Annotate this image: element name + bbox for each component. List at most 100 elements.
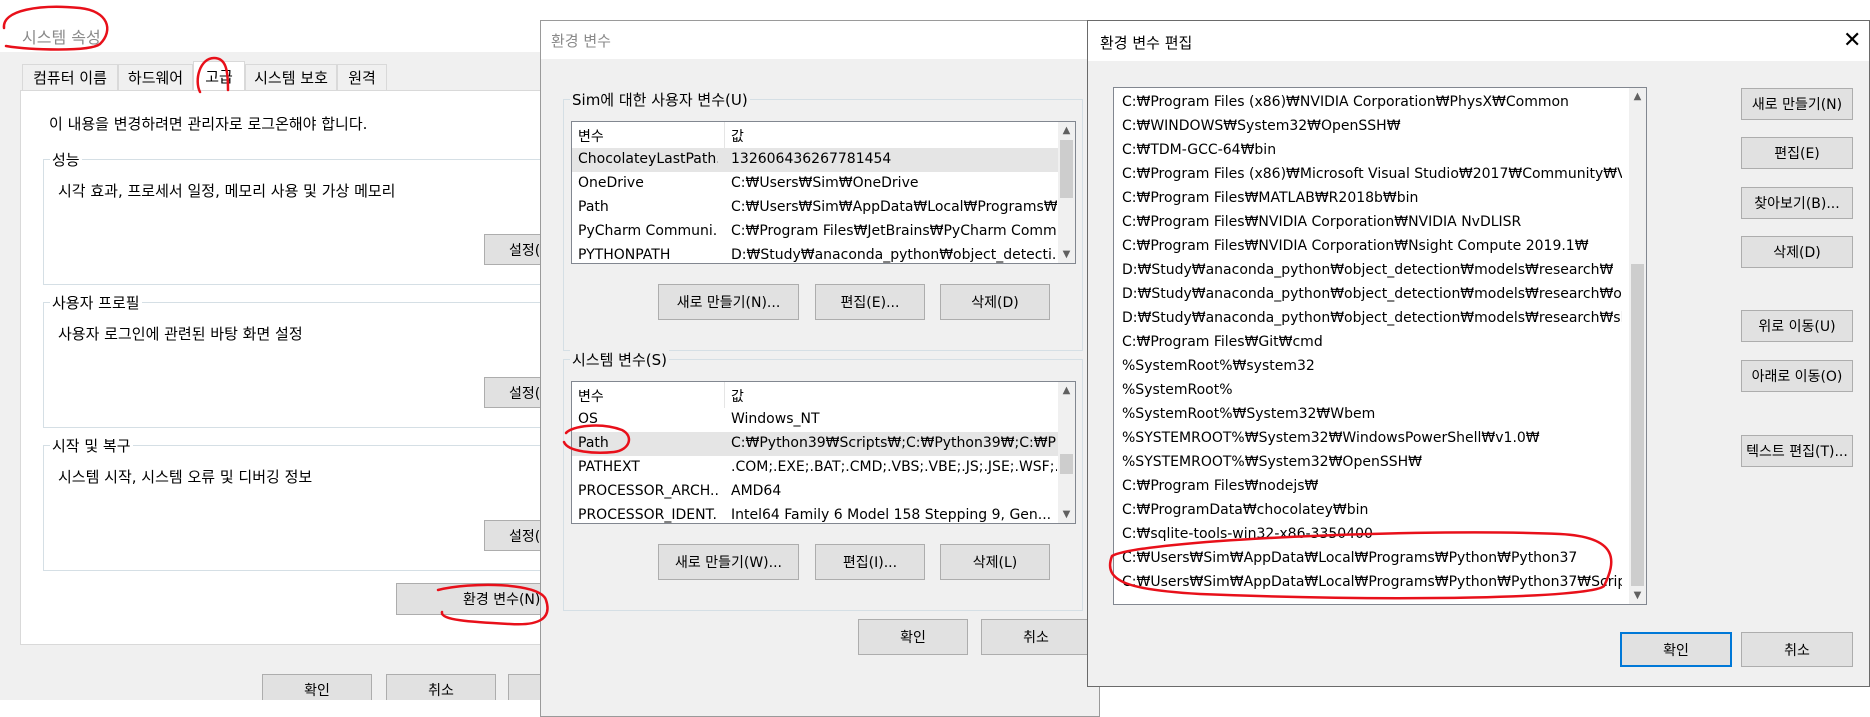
user-profile-group-label: 사용자 프로필 xyxy=(50,292,142,313)
scroll-up-icon[interactable]: ▲ xyxy=(1058,382,1075,399)
system-col-variable[interactable]: 변수 xyxy=(572,382,725,408)
tab-hardware[interactable]: 하드웨어 xyxy=(118,64,193,90)
path-edit-button[interactable]: 편집(E) xyxy=(1741,137,1853,169)
user-list-scrollbar[interactable]: ▲ ▼ xyxy=(1058,122,1075,263)
path-entry[interactable]: C:₩Program Files₩Git₩cmd xyxy=(1122,330,1622,354)
admin-note: 이 내용을 변경하려면 관리자로 로그온해야 합니다. xyxy=(49,115,368,133)
table-row[interactable]: PROCESSOR_ARCH... AMD64 xyxy=(572,480,1060,504)
variable-name: PATHEXT xyxy=(578,459,640,475)
path-list-scrollbar[interactable]: ▲ ▼ xyxy=(1629,88,1646,604)
table-row[interactable]: Path C:₩Users₩Sim₩AppData₩Local₩Programs₩… xyxy=(572,196,1060,220)
startup-recovery-desc: 시스템 시작, 시스템 오류 및 디버깅 정보 xyxy=(58,468,313,486)
environment-variables-title: 환경 변수 xyxy=(551,32,611,50)
environment-variables-window: 환경 변수 Sim에 대한 사용자 변수(U) 변수 값 ChocolateyL… xyxy=(540,20,1100,717)
table-row[interactable]: Path C:₩Python39₩Scripts₩;C:₩Python39₩;C:… xyxy=(572,432,1060,456)
path-browse-button[interactable]: 찾아보기(B)... xyxy=(1741,187,1853,219)
variable-name: Path xyxy=(578,435,609,451)
startup-recovery-group: 시작 및 복구 시스템 시작, 시스템 오류 및 디버깅 정보 설정(T)... xyxy=(43,435,566,571)
path-entry[interactable]: C:₩Users₩Sim₩AppData₩Local₩Programs₩Pyth… xyxy=(1122,546,1622,570)
user-delete-button[interactable]: 삭제(D) xyxy=(940,284,1050,320)
table-row[interactable]: ChocolateyLastPath... 132606436267781454 xyxy=(572,148,1060,172)
scroll-up-icon[interactable]: ▲ xyxy=(1629,88,1646,105)
scroll-up-icon[interactable]: ▲ xyxy=(1058,122,1075,139)
path-entry[interactable]: %SYSTEMROOT%₩System32₩WindowsPowerShell₩… xyxy=(1122,426,1622,450)
variable-value: 132606436267781454 xyxy=(731,151,892,167)
tab-advanced[interactable]: 고급 xyxy=(193,61,245,91)
edit-env-cancel-button[interactable]: 취소 xyxy=(1741,632,1853,667)
edit-env-ok-button[interactable]: 확인 xyxy=(1620,632,1732,667)
path-new-button[interactable]: 새로 만들기(N) xyxy=(1741,88,1853,120)
path-entry[interactable]: C:₩sqlite-tools-win32-x86-3350400 xyxy=(1122,522,1622,546)
tab-remote[interactable]: 원격 xyxy=(337,64,387,90)
path-move-down-button[interactable]: 아래로 이동(O) xyxy=(1741,360,1853,392)
scroll-down-icon[interactable]: ▼ xyxy=(1058,506,1075,523)
variable-name: ChocolateyLastPath... xyxy=(578,151,718,167)
system-list-scrollbar[interactable]: ▲ ▼ xyxy=(1058,382,1075,523)
user-variables-list[interactable]: 변수 값 ChocolateyLastPath... 13260643626778… xyxy=(571,121,1076,264)
system-delete-button[interactable]: 삭제(L) xyxy=(940,544,1050,580)
path-entry[interactable]: C:₩Program Files₩MATLAB₩R2018b₩bin xyxy=(1122,186,1622,210)
variable-value: AMD64 xyxy=(731,483,782,499)
path-entry[interactable]: C:₩Program Files₩nodejs₩ xyxy=(1122,474,1622,498)
path-entry[interactable]: C:₩TDM-GCC-64₩bin xyxy=(1122,138,1622,162)
variable-value: C:₩Python39₩Scripts₩;C:₩Python39₩;C:₩Pro… xyxy=(731,435,1057,451)
scroll-down-icon[interactable]: ▼ xyxy=(1058,246,1075,263)
startup-recovery-group-label: 시작 및 복구 xyxy=(50,435,133,456)
variable-value: .COM;.EXE;.BAT;.CMD;.VBS;.VBE;.JS;.JSE;.… xyxy=(731,459,1057,475)
performance-desc: 시각 효과, 프로세서 일정, 메모리 사용 및 가상 메모리 xyxy=(58,182,396,200)
path-entry[interactable]: C:₩Users₩Sim₩AppData₩Local₩Programs₩Pyth… xyxy=(1122,570,1622,594)
system-col-value[interactable]: 값 xyxy=(725,382,1060,408)
table-row[interactable]: PATHEXT .COM;.EXE;.BAT;.CMD;.VBS;.VBE;.JS… xyxy=(572,456,1060,480)
table-row[interactable]: PyCharm Communi... C:₩Program Files₩JetBr… xyxy=(572,220,1060,244)
path-edit-text-button[interactable]: 텍스트 편집(T)... xyxy=(1741,435,1853,467)
path-entry[interactable]: C:₩Program Files (x86)₩Microsoft Visual … xyxy=(1122,162,1622,186)
edit-environment-variable-window: 환경 변수 편집 ✕ C:₩Program Files (x86)₩NVIDIA… xyxy=(1087,20,1870,687)
path-entry[interactable]: C:₩Program Files₩NVIDIA Corporation₩NVID… xyxy=(1122,210,1622,234)
tab-hardware-label: 하드웨어 xyxy=(127,69,184,87)
tab-system-protection-label: 시스템 보호 xyxy=(254,69,328,87)
path-entry[interactable]: %SystemRoot%₩system32 xyxy=(1122,354,1622,378)
path-entry[interactable]: %SYSTEMROOT%₩System32₩OpenSSH₩ xyxy=(1122,450,1622,474)
path-entry[interactable]: %SystemRoot% xyxy=(1122,378,1622,402)
user-col-variable[interactable]: 변수 xyxy=(572,122,725,148)
variable-name: PyCharm Communi... xyxy=(578,223,718,239)
edit-env-titlebar: 환경 변수 편집 ✕ xyxy=(1088,21,1869,61)
path-delete-button[interactable]: 삭제(D) xyxy=(1741,236,1853,268)
user-edit-button[interactable]: 편집(E)... xyxy=(815,284,925,320)
environment-variables-titlebar: 환경 변수 xyxy=(541,21,1099,59)
path-entry[interactable]: C:₩Program Files₩NVIDIA Corporation₩Nsig… xyxy=(1122,234,1622,258)
path-entry[interactable]: D:₩Study₩anaconda_python₩object_detectio… xyxy=(1122,258,1622,282)
system-new-button[interactable]: 새로 만들기(W)... xyxy=(658,544,799,580)
path-entry[interactable]: D:₩Study₩anaconda_python₩object_detectio… xyxy=(1122,306,1622,330)
scroll-thumb[interactable] xyxy=(1631,264,1644,586)
variable-value: Intel64 Family 6 Model 158 Stepping 9, G… xyxy=(731,507,1052,523)
system-edit-button[interactable]: 편집(I)... xyxy=(815,544,925,580)
environment-variables-cancel-button[interactable]: 취소 xyxy=(981,619,1091,655)
user-col-value[interactable]: 값 xyxy=(725,122,1060,148)
path-entry[interactable]: C:₩WINDOWS₩System32₩OpenSSH₩ xyxy=(1122,114,1622,138)
path-entry[interactable]: C:₩ProgramData₩chocolatey₩bin xyxy=(1122,498,1622,522)
scroll-thumb[interactable] xyxy=(1060,140,1073,198)
path-entries-list[interactable]: C:₩Program Files (x86)₩NVIDIA Corporatio… xyxy=(1113,87,1647,605)
variable-name: PYTHONPATH xyxy=(578,247,671,263)
path-entry[interactable]: D:₩Study₩anaconda_python₩object_detectio… xyxy=(1122,282,1622,306)
tab-system-protection[interactable]: 시스템 보호 xyxy=(245,64,337,90)
path-entry[interactable]: C:₩Program Files (x86)₩NVIDIA Corporatio… xyxy=(1122,90,1622,114)
path-move-up-button[interactable]: 위로 이동(U) xyxy=(1741,310,1853,342)
variable-value: C:₩Program Files₩JetBrains₩PyCharm Comm.… xyxy=(731,223,1057,239)
system-properties-title: 시스템 속성 xyxy=(22,28,101,47)
scroll-down-icon[interactable]: ▼ xyxy=(1629,587,1646,604)
path-entry[interactable]: %SystemRoot%₩System32₩Wbem xyxy=(1122,402,1622,426)
system-variables-list[interactable]: 변수 값 OS Windows_NT Path C:₩Python39₩Scripts… xyxy=(571,381,1076,524)
table-row[interactable]: PYTHONPATH D:₩Study₩anaconda_python₩objec… xyxy=(572,244,1060,263)
table-row[interactable]: PROCESSOR_IDENT... Intel64 Family 6 Model… xyxy=(572,504,1060,523)
table-row[interactable]: OneDrive C:₩Users₩Sim₩OneDrive xyxy=(572,172,1060,196)
user-new-button[interactable]: 새로 만들기(N)... xyxy=(658,284,799,320)
close-icon[interactable]: ✕ xyxy=(1843,28,1861,53)
tab-computer-name[interactable]: 컴퓨터 이름 xyxy=(22,64,118,90)
variable-value: C:₩Users₩Sim₩AppData₩Local₩Programs₩P... xyxy=(731,199,1057,215)
scroll-thumb[interactable] xyxy=(1060,454,1073,474)
environment-variables-ok-button[interactable]: 확인 xyxy=(858,619,968,655)
table-row[interactable]: OS Windows_NT xyxy=(572,408,1060,432)
performance-group-label: 성능 xyxy=(50,149,82,170)
